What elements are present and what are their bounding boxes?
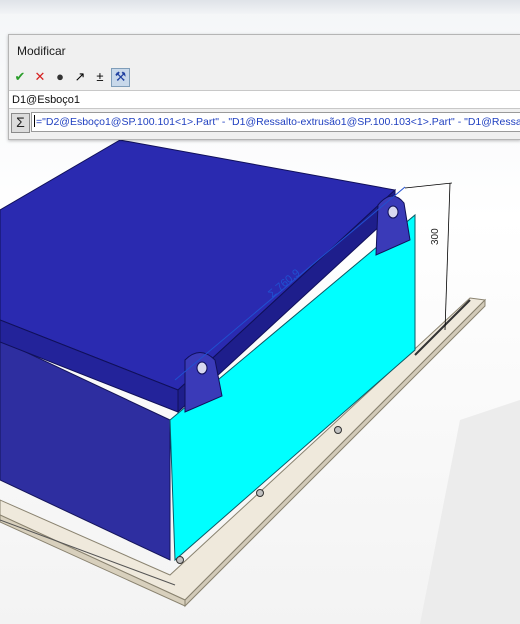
- equation-row: Σ ="D2@Esboço1@SP.100.101<1>.Part" - "D1…: [9, 111, 520, 135]
- rebuild-button[interactable]: ●: [51, 68, 69, 86]
- hinge-left-hole: [196, 361, 208, 375]
- equation-text: ="D2@Esboço1@SP.100.101<1>.Part" - "D1@R…: [36, 116, 520, 128]
- cancel-button[interactable]: ✕: [31, 68, 49, 86]
- accept-icon: ✔: [14, 69, 26, 84]
- mark-dimension-icon: ⚒: [114, 69, 127, 84]
- bolt-icon: [256, 489, 264, 497]
- equation-input[interactable]: ="D2@Esboço1@SP.100.101<1>.Part" - "D1@R…: [31, 112, 520, 132]
- dialog-toolbar: ✔ ✕ ● ↗ ± ⚒: [11, 67, 132, 87]
- bolt-icon: [334, 426, 342, 434]
- dimension-name-field[interactable]: D1@Esboço1: [9, 90, 520, 109]
- height-dimension-label[interactable]: 300: [430, 228, 441, 245]
- reverse-dimension-icon: ↗: [74, 69, 86, 84]
- height-extension-top: [404, 182, 453, 189]
- text-cursor: [34, 115, 35, 127]
- accept-button[interactable]: ✔: [11, 68, 29, 86]
- floor-shadow: [420, 400, 520, 624]
- hinge-right-hole: [387, 205, 399, 219]
- bolt-icon: [176, 556, 184, 564]
- reverse-dimension-button[interactable]: ↗: [71, 68, 89, 86]
- height-dimension-line: [444, 182, 451, 331]
- cancel-icon: ✕: [34, 69, 46, 84]
- tolerance-button[interactable]: ±: [91, 68, 109, 86]
- mark-dimension-button[interactable]: ⚒: [111, 67, 130, 87]
- modify-dimension-dialog[interactable]: Modificar ✔ ✕ ● ↗ ± ⚒ D1@Esboço1 Σ ="D2@…: [8, 34, 520, 140]
- functions-sigma-button[interactable]: Σ: [11, 113, 30, 133]
- rebuild-traffic-light-icon: ●: [56, 69, 64, 84]
- dialog-title: Modificar: [17, 44, 66, 58]
- tolerance-icon: ±: [96, 69, 104, 84]
